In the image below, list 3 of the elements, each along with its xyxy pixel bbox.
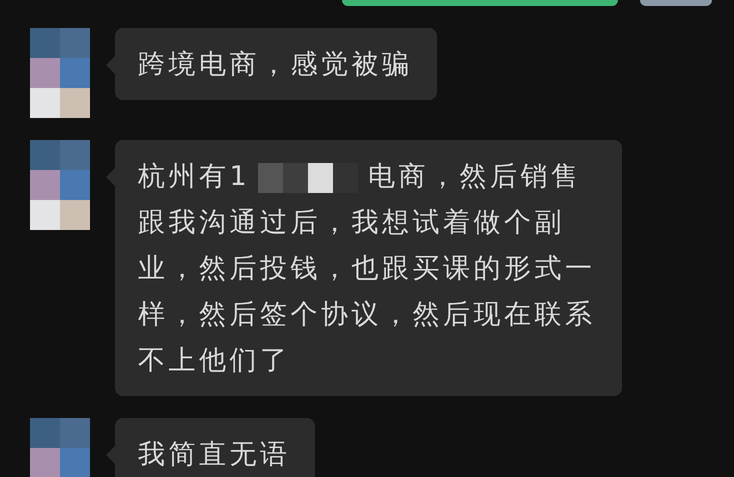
message-bubble: 杭州有1 电商，然后销售跟我沟通过后，我想试着做个副业，然后投钱，也跟买课的形式一样，然后签个协议，然后现在联系不上他们了 <box>115 140 622 396</box>
message-bubble: 跨境电商，感觉被骗 <box>115 28 436 100</box>
message-bubble: 我简直无语 <box>115 418 314 477</box>
